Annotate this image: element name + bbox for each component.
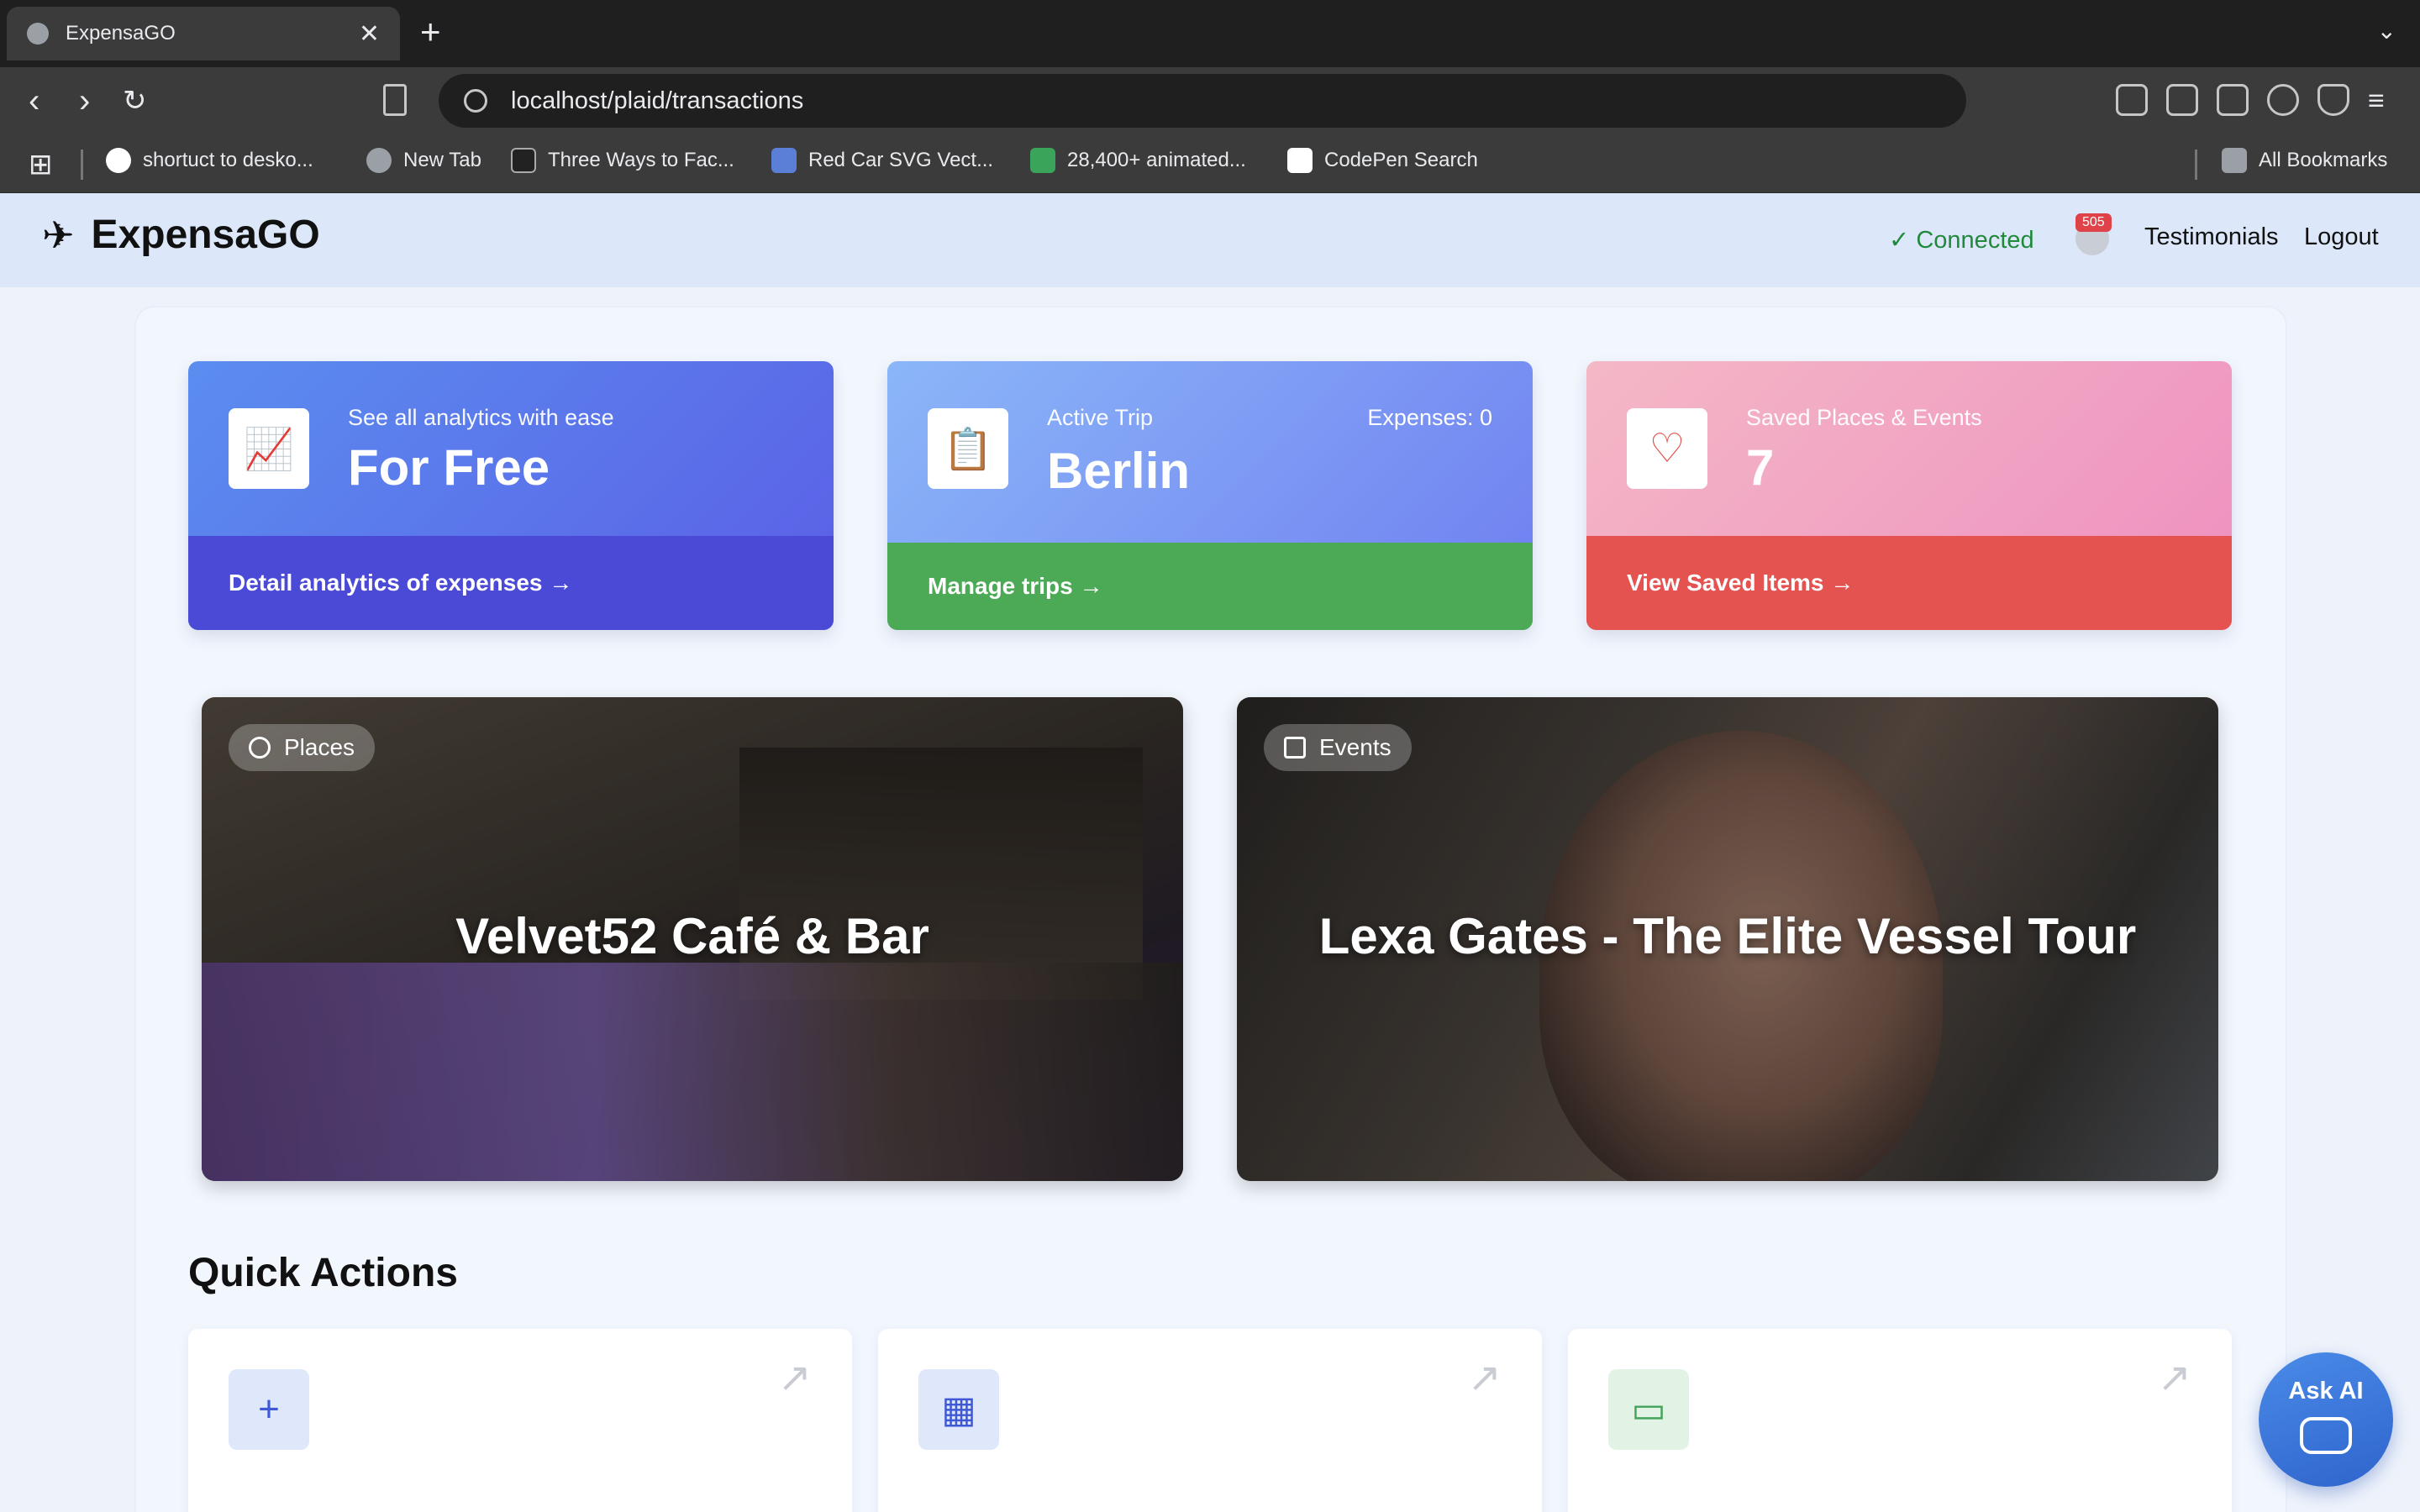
all-bookmarks-label: All Bookmarks [2259,149,2388,171]
heart-icon: ♡ [1627,408,1707,489]
lottie-icon [1030,148,1055,173]
badge-label: Events [1319,734,1392,760]
saved-items-card: ♡ Saved Places & Events 7 View Saved Ite… [1586,361,2232,630]
chart-icon: 📈 [229,408,309,489]
bookmark-label: shortuct to desko... [143,149,313,171]
bookmarks-divider [81,150,83,180]
robot-icon [2300,1417,2352,1454]
bookmark-label: New Tab [403,149,481,171]
shield-icon[interactable] [2317,84,2349,116]
brand-name: ExpensaGO [91,213,320,257]
brand[interactable]: ✈ ExpensaGO [42,212,320,258]
new-tab-button[interactable]: + [420,13,441,50]
analytics-link[interactable]: Detail analytics of expenses → [188,536,834,630]
ai-sparkle-icon[interactable] [2267,84,2299,116]
card-label: See all analytics with ease [348,405,614,430]
bookmarks-divider [2195,150,2197,180]
extensions-icon[interactable] [2116,84,2148,116]
event-feature-card[interactable]: Events Lexa Gates - The Elite Vessel Tou… [1237,697,2218,1181]
arrow-up-right-icon: ↗ [2157,1356,2191,1400]
manage-trips-link[interactable]: Manage trips → [887,543,1533,630]
notification-bell-icon[interactable]: 505 [2075,213,2112,255]
credit-card-icon: ▭ [1608,1369,1689,1450]
badge-label: Places [284,734,355,760]
bookmark-item[interactable]: CodePen Search [1287,148,1478,173]
calendar-icon [1284,737,1306,759]
browser-toolbar: ‹ › ↻ localhost/plaid/transactions ≡ [0,67,2420,136]
bookmarks-bar: ⊞ shortuct to desko... New Tab Three Way… [0,136,2420,193]
plus-icon: + [229,1369,309,1450]
analytics-card: 📈 See all analytics with ease For Free D… [188,361,834,630]
expenses-count: Expenses: 0 [1367,405,1492,430]
quick-action-calendar[interactable]: ▦ ↗ [878,1329,1542,1512]
arrow-up-right-icon: ↗ [777,1356,812,1400]
quick-action-card[interactable]: ▭ ↗ [1568,1329,2232,1512]
svgrepo-icon [771,148,797,173]
bookmark-item[interactable]: shortuct to desko... [106,148,313,173]
ask-ai-label: Ask AI [2288,1378,2364,1404]
bookmark-label: CodePen Search [1324,149,1478,171]
quick-action-add[interactable]: + ↗ [188,1329,852,1512]
sidebar-icon[interactable] [2166,84,2198,116]
browser-tab-strip: ExpensaGO ✕ + ⌄ [0,0,2420,67]
card-value: For Free [348,439,550,496]
notification-badge: 505 [2075,213,2112,232]
bookmark-item[interactable]: 28,400+ animated... [1030,148,1246,173]
tab-search-icon[interactable]: ⌄ [2377,17,2396,45]
bookmark-item[interactable]: Three Ways to Fac... [511,148,734,173]
card-value: Berlin [1047,443,1191,499]
browser-tab[interactable]: ExpensaGO ✕ [7,7,400,60]
folder-icon [2222,148,2247,173]
plane-icon: ✈ [42,213,75,257]
place-feature-card[interactable]: Places Velvet52 Café & Bar [202,697,1183,1181]
bookmark-label: 28,400+ animated... [1067,149,1246,171]
angular-icon [511,148,536,173]
card-value: 7 [1746,439,1775,496]
tab-title: ExpensaGO [66,22,176,45]
all-bookmarks[interactable]: All Bookmarks [2222,148,2387,173]
address-bar[interactable]: localhost/plaid/transactions [439,74,1966,128]
connection-status: ✓ Connected [1889,227,2034,254]
places-badge: Places [229,724,376,771]
event-title: Lexa Gates - The Elite Vessel Tour [1318,908,2137,964]
url-text: localhost/plaid/transactions [511,87,804,114]
apps-grid-icon[interactable]: ⊞ [29,148,53,181]
place-title: Velvet52 Café & Bar [455,908,929,964]
bookmark-item[interactable]: Red Car SVG Vect... [771,148,993,173]
close-tab-icon[interactable]: ✕ [359,19,380,49]
testimonials-link[interactable]: Testimonials [2144,223,2279,251]
globe-icon [27,23,49,45]
menu-icon[interactable]: ≡ [2368,82,2385,119]
site-info-icon[interactable] [464,89,487,113]
arrow-up-right-icon: ↗ [1467,1356,1502,1400]
location-pin-icon [249,737,271,759]
globe-icon [366,148,392,173]
events-badge: Events [1264,724,1412,771]
reload-button[interactable]: ↻ [123,82,147,119]
forward-button[interactable]: › [79,82,90,119]
wallet-icon[interactable] [2217,84,2249,116]
quick-actions-heading: Quick Actions [188,1251,458,1295]
view-saved-link[interactable]: View Saved Items → [1586,536,2232,630]
codepen-icon [1287,148,1313,173]
card-label: Saved Places & Events [1746,405,1982,430]
google-icon [106,148,131,173]
ask-ai-button[interactable]: Ask AI [2259,1352,2393,1487]
bookmark-label: Three Ways to Fac... [548,149,734,171]
card-label: Active Trip [1047,405,1154,430]
logout-link[interactable]: Logout [2304,223,2379,251]
active-trip-card: 📋 Active Trip Berlin Expenses: 0 Manage … [887,361,1533,630]
clipboard-icon: 📋 [928,408,1008,489]
back-button[interactable]: ‹ [29,82,39,119]
bookmark-label: Red Car SVG Vect... [808,149,994,171]
bookmark-icon[interactable] [383,84,407,116]
app-header: ✈ ExpensaGO ✓ Connected 505 Testimonials… [0,193,2420,287]
calendar-icon: ▦ [918,1369,999,1450]
bookmark-item[interactable]: New Tab [366,148,481,173]
